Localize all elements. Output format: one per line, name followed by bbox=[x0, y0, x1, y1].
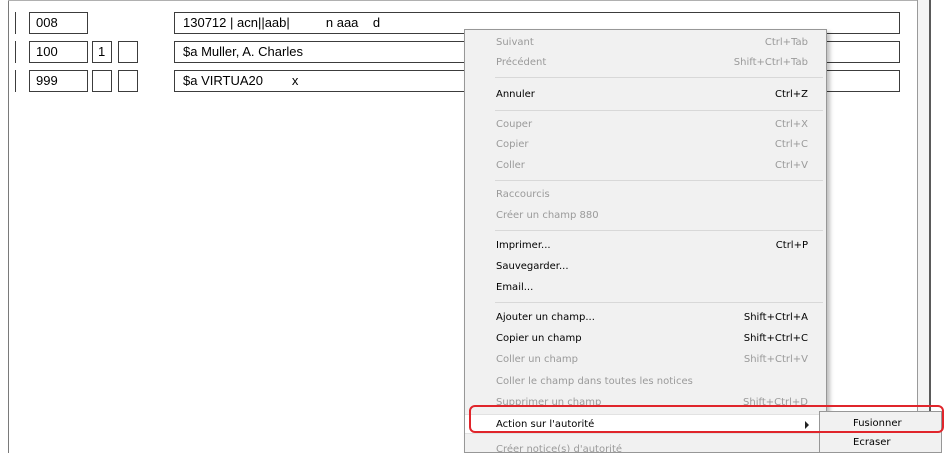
menu-separator bbox=[495, 110, 823, 111]
menu-item-label: Coller un champ bbox=[496, 354, 579, 365]
menu-item-label: Imprimer... bbox=[496, 240, 551, 251]
submenu-item-ecraser[interactable]: Ecraser bbox=[820, 433, 941, 453]
menu-item-shortcut: Ctrl+V bbox=[774, 160, 808, 171]
row-marker[interactable] bbox=[15, 41, 30, 63]
indicator-1[interactable]: 1 bbox=[92, 41, 112, 63]
editor-top-border bbox=[8, 0, 918, 1]
editor-left-border bbox=[8, 0, 9, 453]
submenu-item-fusionner[interactable]: Fusionner bbox=[820, 414, 941, 434]
scrollbar-track[interactable] bbox=[918, 0, 929, 453]
menu-item-shortcut: Ctrl+C bbox=[774, 139, 808, 150]
indicator-2[interactable] bbox=[118, 41, 138, 63]
menu-item-shortcut: Shift+Ctrl+V bbox=[743, 354, 808, 365]
menu-item-shortcut: Ctrl+P bbox=[775, 240, 808, 251]
indicator-1[interactable] bbox=[92, 70, 112, 92]
menu-item-label: Copier bbox=[496, 139, 529, 150]
menu-item-supprimer-champ[interactable]: Supprimer un champ Shift+Ctrl+D bbox=[465, 393, 826, 413]
menu-item-shortcut: Shift+Ctrl+A bbox=[743, 312, 808, 323]
menu-item-ajouter-champ[interactable]: Ajouter un champ... Shift+Ctrl+A bbox=[465, 308, 826, 328]
field-tag[interactable]: 999 bbox=[29, 70, 88, 92]
menu-separator bbox=[495, 180, 823, 181]
menu-item-label: Coller bbox=[496, 160, 525, 171]
menu-item-action-autorite[interactable]: Action sur l'autorité bbox=[465, 414, 826, 434]
row-marker[interactable] bbox=[15, 12, 30, 34]
menu-item-copier[interactable]: Copier Ctrl+C bbox=[465, 135, 826, 155]
menu-item-shortcut: Shift+Ctrl+D bbox=[743, 397, 808, 408]
menu-item-label: Action sur l'autorité bbox=[496, 419, 595, 430]
menu-item-suivant[interactable]: Suivant Ctrl+Tab bbox=[465, 33, 826, 53]
menu-separator bbox=[495, 302, 823, 303]
menu-item-annuler[interactable]: Annuler Ctrl+Z bbox=[465, 85, 826, 105]
menu-item-label: Suivant bbox=[496, 37, 534, 48]
submenu-item-label: Ecraser bbox=[853, 437, 891, 448]
menu-item-label: Créer notice(s) d'autorité bbox=[496, 444, 623, 453]
menu-item-label: Coller le champ dans toutes les notices bbox=[496, 376, 693, 387]
menu-item-creer-notices-autorite[interactable]: Créer notice(s) d'autorité bbox=[465, 440, 826, 453]
menu-item-label: Supprimer un champ bbox=[496, 397, 602, 408]
row-marker[interactable] bbox=[15, 70, 30, 92]
submenu-item-label: Fusionner bbox=[853, 418, 902, 429]
menu-item-imprimer[interactable]: Imprimer... Ctrl+P bbox=[465, 236, 826, 256]
menu-item-label: Annuler bbox=[496, 89, 535, 100]
menu-separator bbox=[495, 230, 823, 231]
menu-item-sauvegarder[interactable]: Sauvegarder... bbox=[465, 257, 826, 277]
menu-item-creer-champ-880[interactable]: Créer un champ 880 bbox=[465, 206, 826, 226]
menu-item-label: Email... bbox=[496, 282, 534, 293]
menu-separator bbox=[495, 77, 823, 78]
menu-item-label: Ajouter un champ... bbox=[496, 312, 595, 323]
menu-item-shortcut: Shift+Ctrl+C bbox=[743, 333, 808, 344]
menu-item-shortcut: Ctrl+X bbox=[774, 119, 808, 130]
menu-item-email[interactable]: Email... bbox=[465, 278, 826, 298]
menu-item-label: Créer un champ 880 bbox=[496, 210, 599, 221]
field-tag[interactable]: 008 bbox=[29, 12, 88, 34]
menu-item-coller-champ[interactable]: Coller un champ Shift+Ctrl+V bbox=[465, 350, 826, 370]
menu-item-raccourcis[interactable]: Raccourcis bbox=[465, 185, 826, 205]
window-edge bbox=[929, 0, 931, 453]
menu-item-coller[interactable]: Coller Ctrl+V bbox=[465, 156, 826, 176]
menu-item-couper[interactable]: Couper Ctrl+X bbox=[465, 115, 826, 135]
submenu-arrow-icon bbox=[805, 421, 809, 429]
field-tag[interactable]: 100 bbox=[29, 41, 88, 63]
menu-item-shortcut: Ctrl+Tab bbox=[764, 37, 808, 48]
menu-item-label: Sauvegarder... bbox=[496, 261, 569, 272]
menu-item-label: Précédent bbox=[496, 57, 547, 68]
menu-item-shortcut: Ctrl+Z bbox=[774, 89, 808, 100]
authority-action-submenu: Fusionner Ecraser bbox=[819, 411, 942, 453]
menu-item-label: Copier un champ bbox=[496, 333, 582, 344]
menu-item-shortcut: Shift+Ctrl+Tab bbox=[733, 57, 808, 68]
menu-item-copier-champ[interactable]: Copier un champ Shift+Ctrl+C bbox=[465, 329, 826, 349]
menu-item-coller-champ-toutes-notices[interactable]: Coller le champ dans toutes les notices bbox=[465, 372, 826, 392]
indicator-2[interactable] bbox=[118, 70, 138, 92]
menu-item-label: Couper bbox=[496, 119, 533, 130]
menu-item-precedent[interactable]: Précédent Shift+Ctrl+Tab bbox=[465, 53, 826, 73]
context-menu: Suivant Ctrl+Tab Précédent Shift+Ctrl+Ta… bbox=[464, 29, 827, 453]
menu-item-label: Raccourcis bbox=[496, 189, 550, 200]
